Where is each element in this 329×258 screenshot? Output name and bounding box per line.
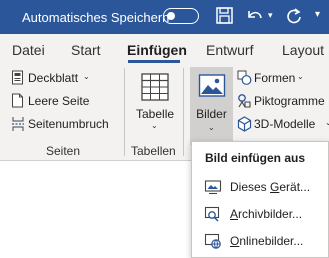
stock-images-icon [204, 206, 220, 222]
pictograms-label: Piktogramme [254, 94, 325, 108]
autosave-toggle[interactable] [163, 8, 199, 24]
chevron-down-icon: ⌄ [208, 123, 215, 132]
tab-entwurf[interactable]: Entwurf [206, 42, 253, 58]
chevron-down-icon: ⌄ [151, 121, 158, 130]
chevron-down-icon: ⌄ [325, 118, 329, 127]
access-key: G [270, 180, 280, 194]
device-icon [204, 180, 222, 195]
autosave-label: Automatisches Speichern [22, 10, 170, 25]
pictures-label: Bilder [196, 107, 227, 121]
blank-page-button[interactable]: Leere Seite [11, 93, 111, 109]
chevron-down-icon: ⌄ [83, 72, 90, 81]
shapes-button[interactable]: Formen ⌄ [237, 70, 307, 86]
menu-title: Bild einfügen aus [205, 151, 306, 165]
blank-page-label: Leere Seite [28, 94, 90, 108]
cover-page-icon [12, 70, 23, 85]
table-label: Tabelle [136, 107, 175, 121]
title-bar: Automatisches Speichern ▾ ▾ [0, 0, 329, 34]
page-break-icon [12, 117, 24, 131]
pictograms-icon [238, 94, 251, 108]
pictures-icon [198, 74, 226, 97]
group-label-tabellen: Tabellen [131, 144, 176, 158]
3d-models-label: 3D-Modelle [254, 117, 316, 131]
cube-icon [237, 116, 252, 132]
chevron-down-icon: ⌄ [297, 72, 304, 81]
tab-einfuegen[interactable]: Einfügen [127, 42, 187, 58]
icons-button[interactable]: Piktogramme [237, 93, 329, 109]
tab-datei[interactable]: Datei [12, 42, 45, 58]
pictures-button[interactable]: Bilder ⌄ [190, 67, 233, 145]
active-tab-indicator [128, 60, 180, 63]
menu-item-this-device[interactable]: Dieses Gerät... [192, 174, 328, 200]
save-icon[interactable] [215, 5, 235, 27]
tab-layout[interactable]: Layout [282, 42, 324, 58]
undo-chevron-icon[interactable]: ▾ [268, 10, 273, 21]
menu-item-online-pictures[interactable]: Onlinebilder... [192, 228, 328, 254]
table-icon [141, 73, 169, 101]
access-key: O [230, 234, 240, 248]
group-label-seiten: Seiten [46, 144, 81, 158]
menu-item-stock-images[interactable]: Archivbilder... [192, 201, 328, 227]
customize-toolbar-icon[interactable]: ▾ [315, 9, 320, 20]
menu-item-label: Onlinebilder... [230, 234, 304, 248]
undo-icon[interactable] [244, 5, 266, 27]
redo-icon[interactable] [283, 5, 305, 27]
group-separator [124, 68, 125, 156]
blank-page-icon [12, 93, 23, 108]
shapes-icon [237, 70, 252, 85]
shapes-label: Formen [254, 71, 296, 85]
3d-models-button[interactable]: 3D-Modelle ⌄ [237, 116, 329, 132]
page-break-label: Seitenumbruch [28, 117, 109, 131]
menu-item-label: Archivbilder... [230, 207, 303, 221]
insert-picture-menu: Bild einfügen aus Dieses Gerät... Archiv… [191, 141, 329, 258]
tab-start[interactable]: Start [71, 42, 101, 58]
table-button[interactable]: Tabelle ⌄ [132, 68, 178, 140]
cover-page-label: Deckblatt [28, 71, 79, 85]
cover-page-button[interactable]: Deckblatt ⌄ [11, 70, 111, 86]
group-separator [183, 68, 184, 156]
toggle-knob [167, 11, 175, 20]
online-pictures-icon [204, 233, 221, 249]
page-break-button[interactable]: Seitenumbruch [11, 116, 116, 132]
access-key: A [230, 207, 239, 221]
menu-item-label: Dieses Gerät... [230, 180, 311, 194]
